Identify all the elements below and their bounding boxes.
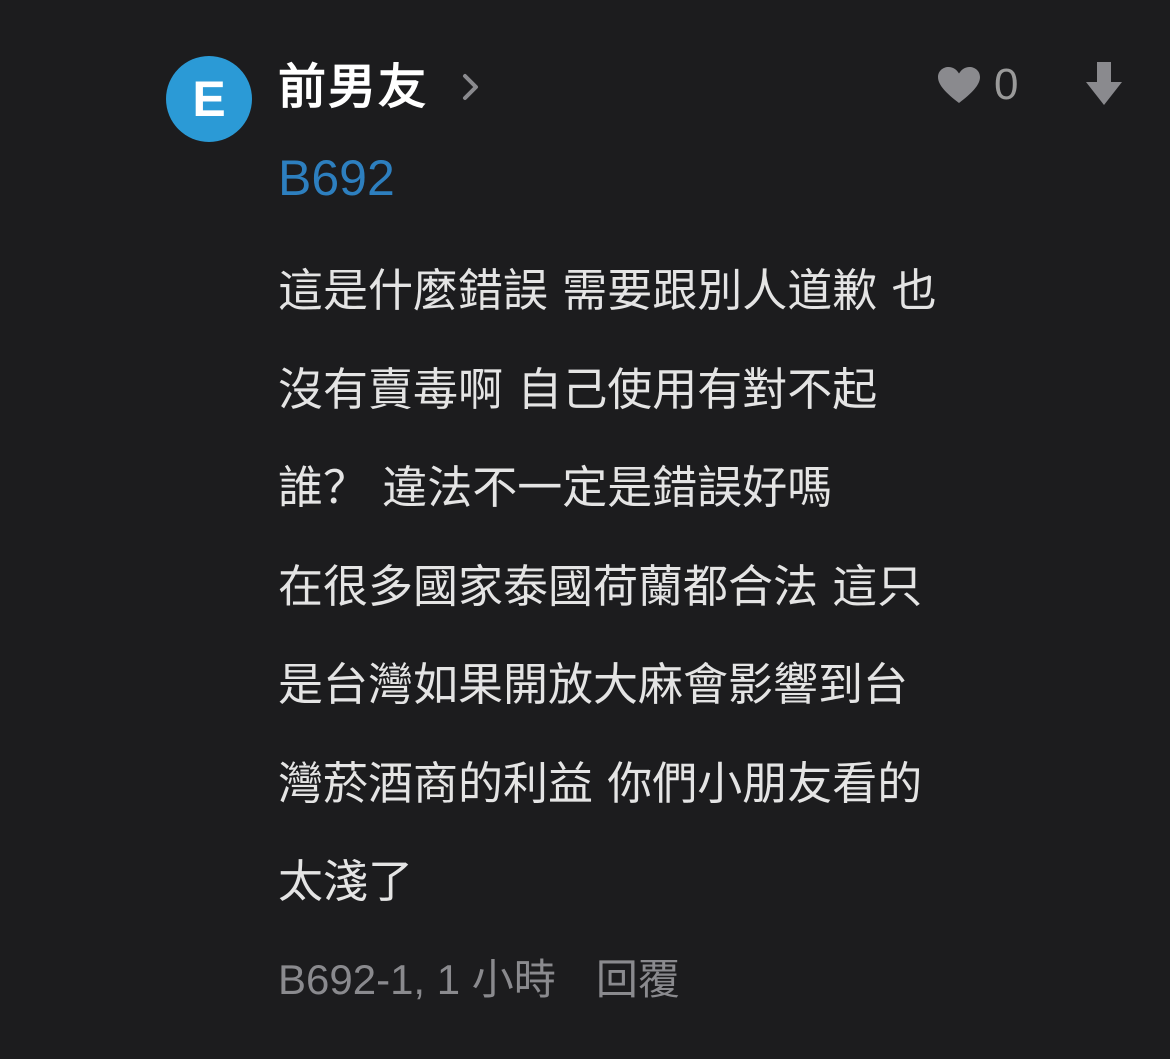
reply-button[interactable]: 回覆	[596, 950, 680, 1010]
like-button[interactable]: 0	[936, 58, 1018, 112]
arrow-down-icon[interactable]	[1084, 60, 1124, 108]
comment-body-line: 這是什麼錯誤 需要跟別人道歉 也	[278, 264, 937, 317]
author-name: 前男友	[278, 59, 429, 115]
avatar[interactable]: E	[166, 56, 252, 142]
author-link[interactable]: 前男友	[278, 54, 484, 120]
floor-tag[interactable]: B692	[278, 148, 395, 208]
comment-body-line: 誰？ 違法不一定是錯誤好嗎	[278, 461, 833, 514]
comment-body-line: 在很多國家泰國荷蘭都合法 這只	[278, 559, 923, 613]
comment-meta: B692-1, 1 小時	[278, 956, 556, 1003]
comment-card: E 前男友 B692 這是什麼錯誤 需要跟別人道歉 也沒有賣毒啊 自己使用有對不…	[0, 0, 1170, 1059]
comment-footer: B692-1, 1 小時 回覆	[278, 950, 680, 1010]
comment-body-line: 灣菸酒商的利益 你們小朋友看的	[278, 756, 923, 810]
comment-body-line: 沒有賣毒啊 自己使用有對不起	[278, 362, 878, 416]
heart-icon	[938, 67, 980, 103]
comment-body-line: 是台灣如果開放大麻會影響到台	[278, 658, 909, 711]
chevron-right-icon	[458, 70, 484, 104]
comment-body-line: 太淺了	[278, 855, 414, 908]
comment-body: 這是什麼錯誤 需要跟別人道歉 也沒有賣毒啊 自己使用有對不起 誰？ 違法不一定是錯…	[278, 242, 1138, 932]
like-count: 0	[994, 60, 1019, 109]
avatar-letter: E	[192, 71, 226, 127]
